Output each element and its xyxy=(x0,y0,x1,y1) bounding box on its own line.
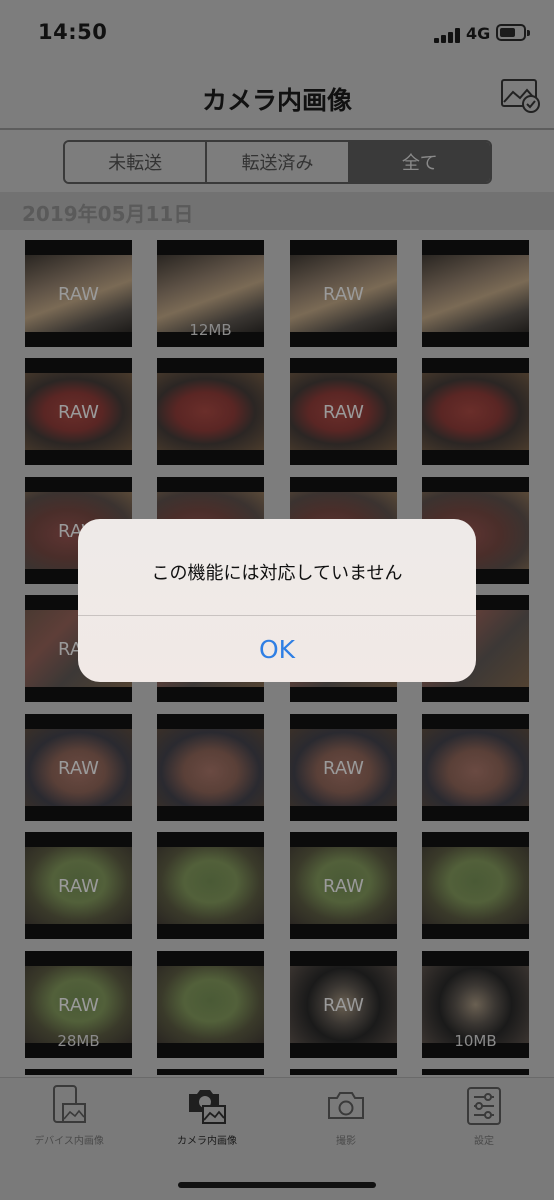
alert-ok-button[interactable]: OK xyxy=(78,616,476,682)
signal-icon xyxy=(434,27,462,43)
network-type: 4G xyxy=(466,24,491,43)
photo-thumbnail[interactable]: RAW xyxy=(25,714,132,821)
photo-image xyxy=(422,373,529,450)
camera-icon xyxy=(328,1092,364,1119)
photo-thumbnail[interactable]: RAW xyxy=(290,832,397,939)
home-indicator[interactable] xyxy=(178,1182,376,1188)
file-size-label: 28MB xyxy=(57,1032,100,1050)
photo-image xyxy=(157,847,264,924)
date-section-header: 2019年05月11日 xyxy=(0,192,554,230)
segment-all[interactable]: 全て xyxy=(349,142,490,182)
photo-thumbnail[interactable] xyxy=(422,832,529,939)
raw-badge: RAW xyxy=(323,284,364,305)
file-size-label: 10MB xyxy=(454,1032,497,1050)
raw-badge: RAW xyxy=(58,758,99,779)
alert-dialog: この機能には対応していません OK xyxy=(78,519,476,682)
status-bar: 14:50 4G xyxy=(0,0,554,66)
segment-untransferred[interactable]: 未転送 xyxy=(65,142,208,182)
tab-camera-images[interactable]: カメラ内画像 xyxy=(138,1084,276,1154)
photo-image xyxy=(422,729,529,806)
transfer-filter-segment: 未転送 転送済み 全て xyxy=(63,140,492,184)
tab-label-device-images: デバイス内画像 xyxy=(34,1136,104,1147)
tab-label-settings: 設定 xyxy=(474,1136,494,1147)
raw-badge: RAW xyxy=(323,995,364,1016)
photo-thumbnail[interactable]: RAW xyxy=(25,832,132,939)
photo-image xyxy=(157,966,264,1043)
photo-thumbnail[interactable]: 10MB xyxy=(422,951,529,1058)
page-title: カメラ内画像 xyxy=(201,86,352,115)
tab-label-shoot: 撮影 xyxy=(336,1136,356,1147)
tab-shoot[interactable]: 撮影 xyxy=(277,1084,415,1154)
photo-image xyxy=(422,255,529,332)
photo-thumbnail[interactable] xyxy=(422,714,529,821)
photo-image xyxy=(157,729,264,806)
raw-badge: RAW xyxy=(323,402,364,423)
segment-transferred[interactable]: 転送済み xyxy=(207,142,350,182)
raw-badge: RAW xyxy=(58,402,99,423)
camera-images-icon xyxy=(189,1090,226,1124)
photo-thumbnail[interactable]: RAW xyxy=(290,358,397,465)
date-label: 2019年05月11日 xyxy=(22,202,194,226)
photo-thumbnail[interactable]: RAW xyxy=(290,240,397,347)
raw-badge: RAW xyxy=(58,995,99,1016)
photo-thumbnail[interactable]: RAW xyxy=(25,358,132,465)
raw-badge: RAW xyxy=(323,876,364,897)
photo-thumbnail[interactable]: 12MB xyxy=(157,240,264,347)
alert-message: この機能には対応していません xyxy=(151,563,403,584)
photo-thumbnail[interactable]: RAW xyxy=(290,714,397,821)
photo-thumbnail[interactable] xyxy=(157,358,264,465)
device-images-icon xyxy=(53,1085,86,1123)
tab-label-camera-images: カメラ内画像 xyxy=(177,1136,237,1147)
raw-badge: RAW xyxy=(323,758,364,779)
tab-device-images[interactable]: デバイス内画像 xyxy=(0,1084,138,1154)
photo-thumbnail[interactable] xyxy=(157,832,264,939)
photo-image xyxy=(157,373,264,450)
photo-thumbnail[interactable] xyxy=(290,1069,397,1075)
photo-thumbnail[interactable] xyxy=(157,951,264,1058)
file-size-label: 12MB xyxy=(189,321,232,339)
status-time: 14:50 xyxy=(38,20,108,44)
photo-thumbnail[interactable] xyxy=(157,1069,264,1075)
photo-thumbnail[interactable] xyxy=(157,714,264,821)
photo-thumbnail[interactable] xyxy=(25,1069,132,1075)
photo-thumbnail[interactable] xyxy=(422,1069,529,1075)
photo-thumbnail[interactable]: RAW xyxy=(25,240,132,347)
image-check-icon[interactable] xyxy=(500,78,542,114)
navigation-bar: カメラ内画像 xyxy=(0,66,554,130)
settings-sliders-icon xyxy=(467,1087,501,1125)
photo-image xyxy=(422,847,529,924)
photo-thumbnail[interactable] xyxy=(422,240,529,347)
photo-thumbnail[interactable]: RAW xyxy=(290,951,397,1058)
photo-thumbnail[interactable]: RAW 28MB xyxy=(25,951,132,1058)
battery-icon xyxy=(496,24,530,41)
tab-settings[interactable]: 設定 xyxy=(415,1084,553,1154)
raw-badge: RAW xyxy=(58,284,99,305)
photo-thumbnail[interactable] xyxy=(422,358,529,465)
raw-badge: RAW xyxy=(58,876,99,897)
